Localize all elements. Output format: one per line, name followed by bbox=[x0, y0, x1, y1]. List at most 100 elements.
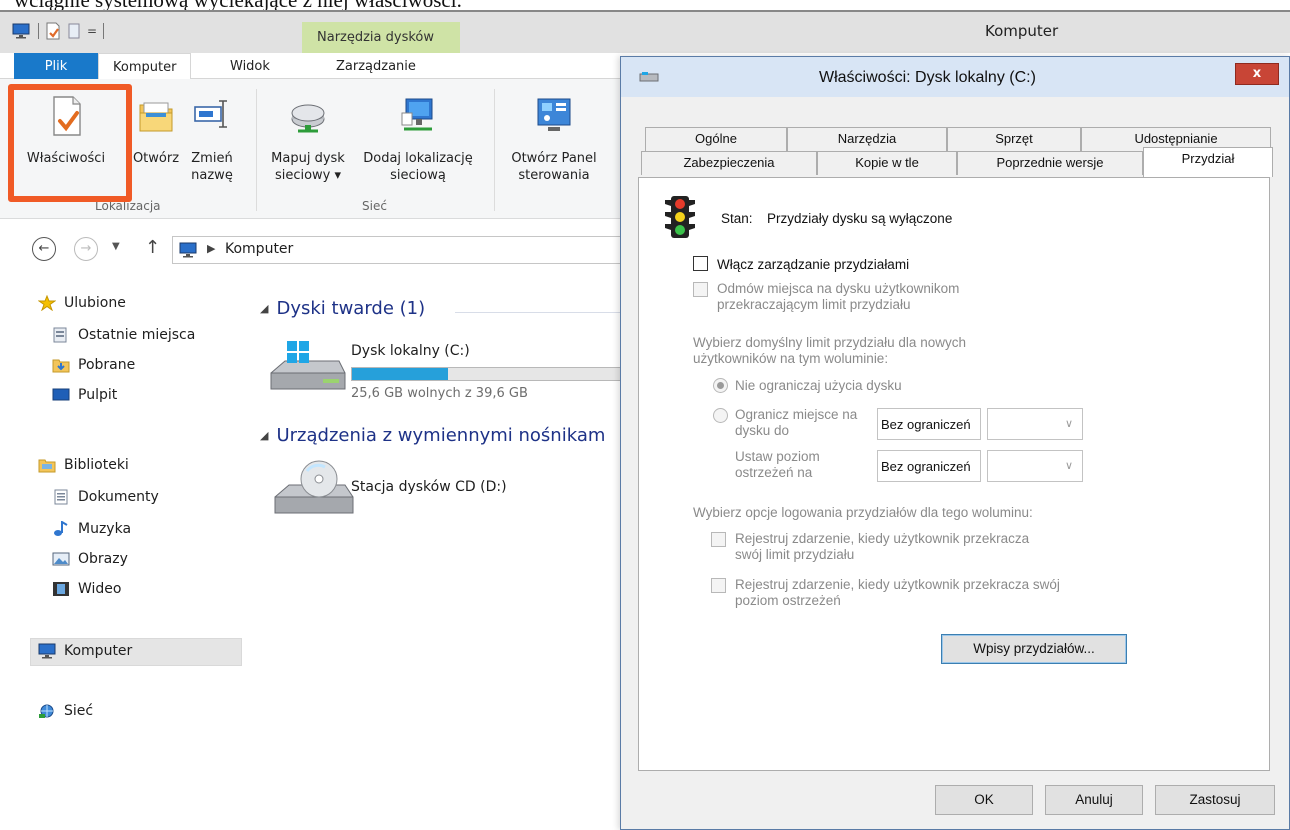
cancel-button[interactable]: Anuluj bbox=[1045, 785, 1143, 815]
open-button[interactable]: Otwórz bbox=[126, 95, 186, 167]
group-header-label: Dyski twarde (1) bbox=[276, 298, 426, 319]
limit-space-radio[interactable] bbox=[713, 408, 728, 423]
nav-item-libraries[interactable]: Biblioteki bbox=[38, 457, 129, 473]
rename-label-1: Zmień bbox=[191, 151, 233, 166]
breadcrumb-separator-icon: ▶ bbox=[207, 242, 216, 255]
nav-item-favorites[interactable]: Ulubione bbox=[38, 295, 126, 311]
recent-places-icon bbox=[53, 327, 67, 343]
computer-icon[interactable] bbox=[12, 23, 32, 39]
network-icon bbox=[39, 704, 54, 718]
control-panel-icon bbox=[537, 98, 571, 131]
warning-unit-select[interactable]: ∨ bbox=[987, 450, 1083, 482]
recent-locations-chevron-icon[interactable]: ▼ bbox=[112, 241, 120, 252]
nav-label: Pulpit bbox=[78, 387, 118, 403]
group-header-line bbox=[455, 312, 625, 313]
toolbar-separator bbox=[38, 23, 39, 39]
no-limit-label: Nie ograniczaj użycia dysku bbox=[735, 378, 902, 393]
nav-item-documents[interactable]: Dokumenty bbox=[52, 489, 159, 505]
tab-quota[interactable]: Przydział bbox=[1143, 147, 1273, 177]
nav-label: Dokumenty bbox=[78, 489, 159, 505]
quick-access-toolbar: = bbox=[12, 22, 105, 40]
tab-general[interactable]: Ogólne bbox=[645, 127, 787, 151]
nav-item-music[interactable]: Muzyka bbox=[52, 521, 131, 537]
breadcrumb-computer[interactable]: Komputer bbox=[225, 241, 293, 257]
dialog-title: Właściwości: Dysk lokalny (C:) bbox=[819, 69, 1036, 86]
open-control-panel-button[interactable]: Otwórz Panel sterowania bbox=[500, 95, 608, 184]
tab-manage[interactable]: Zarządzanie bbox=[322, 53, 430, 79]
collapse-triangle-icon: ◢ bbox=[260, 429, 269, 442]
group-header-removable[interactable]: ◢ Urządzenia z wymiennymi nośnikam bbox=[260, 425, 605, 446]
nav-label: Obrazy bbox=[78, 551, 128, 567]
tab-view[interactable]: Widok bbox=[216, 53, 284, 79]
map-network-drive-button[interactable]: Mapuj dysk sieciowy ▾ bbox=[262, 95, 354, 184]
forward-button[interactable]: → bbox=[74, 237, 98, 261]
computer-icon bbox=[38, 643, 56, 659]
nav-item-recent[interactable]: Ostatnie miejsca bbox=[52, 327, 195, 343]
warning-label-2: ostrzeżeń na bbox=[735, 465, 813, 480]
tab-hardware[interactable]: Sprzęt bbox=[947, 127, 1081, 151]
back-button[interactable]: ← bbox=[32, 237, 56, 261]
chevron-down-icon: ∨ bbox=[1064, 418, 1073, 430]
drive-c-free-space: 25,6 GB wolnych z 39,6 GB bbox=[351, 386, 528, 401]
nav-item-video[interactable]: Wideo bbox=[52, 581, 122, 597]
nav-label: Biblioteki bbox=[64, 457, 129, 473]
log-warning-label-1: Rejestruj zdarzenie, kiedy użytkownik pr… bbox=[735, 577, 1060, 592]
up-arrow-icon[interactable]: ↑ bbox=[145, 237, 160, 258]
drive-item-d[interactable]: Stacja dysków CD (D:) bbox=[265, 459, 625, 529]
tab-shadow-copies[interactable]: Kopie w tle bbox=[817, 151, 957, 175]
drive-icon bbox=[639, 72, 659, 82]
tab-file[interactable]: Plik bbox=[14, 53, 98, 79]
tab-previous-versions[interactable]: Poprzednie wersje bbox=[957, 151, 1143, 175]
hard-drive-icon bbox=[270, 341, 346, 390]
warning-value-input[interactable]: Bez ograniczeń bbox=[877, 450, 981, 482]
quota-entries-button[interactable]: Wpisy przydziałów... bbox=[941, 634, 1127, 664]
nav-label: Wideo bbox=[78, 581, 122, 597]
drive-tools-contextual-tab: Narzędzia dysków bbox=[302, 22, 460, 55]
nav-item-pictures[interactable]: Obrazy bbox=[52, 551, 128, 567]
desktop-icon bbox=[52, 388, 70, 401]
nav-item-desktop[interactable]: Pulpit bbox=[52, 387, 117, 403]
close-button[interactable]: x bbox=[1235, 63, 1279, 85]
log-warning-checkbox[interactable] bbox=[711, 578, 726, 593]
drive-c-usage-fill bbox=[352, 368, 449, 380]
cd-drive-icon bbox=[274, 460, 354, 514]
add-location-label-1: Dodaj lokalizację bbox=[363, 151, 473, 166]
no-limit-radio[interactable] bbox=[713, 378, 728, 393]
tab-computer[interactable]: Komputer bbox=[98, 53, 192, 80]
limit-space-label-1: Ogranicz miejsce na bbox=[735, 407, 858, 422]
tab-tools[interactable]: Narzędzia bbox=[787, 127, 947, 151]
drive-c-name: Dysk lokalny (C:) bbox=[351, 343, 470, 359]
address-field[interactable]: ▶ Komputer bbox=[172, 236, 630, 264]
apply-button[interactable]: Zastosuj bbox=[1155, 785, 1275, 815]
new-folder-small-icon[interactable] bbox=[67, 22, 81, 40]
logging-options-label: Wybierz opcje logowania przydziałów dla … bbox=[693, 505, 1033, 520]
deny-space-label-2: przekraczającym limit przydziału bbox=[717, 297, 911, 312]
star-icon bbox=[38, 295, 56, 311]
ok-button[interactable]: OK bbox=[935, 785, 1033, 815]
rename-button[interactable]: Zmień nazwę bbox=[186, 95, 238, 184]
deny-space-checkbox[interactable] bbox=[693, 282, 708, 297]
nav-item-computer[interactable]: Komputer bbox=[38, 643, 132, 659]
properties-small-icon[interactable] bbox=[45, 22, 61, 40]
group-header-hard-drives[interactable]: ◢ Dyski twarde (1) bbox=[260, 298, 425, 319]
add-network-location-button[interactable]: Dodaj lokalizację sieciową bbox=[356, 95, 480, 184]
nav-item-downloads[interactable]: Pobrane bbox=[52, 357, 135, 373]
warning-label-1: Ustaw poziom bbox=[735, 449, 820, 464]
log-limit-checkbox[interactable] bbox=[711, 532, 726, 547]
pictures-icon bbox=[52, 552, 70, 566]
nav-item-network[interactable]: Sieć bbox=[38, 703, 93, 719]
control-panel-label-2: sterowania bbox=[518, 168, 590, 183]
limit-value-input[interactable]: Bez ograniczeń bbox=[877, 408, 981, 440]
nav-label: Komputer bbox=[64, 643, 133, 659]
window-title: Komputer bbox=[985, 22, 1059, 40]
control-panel-label-1: Otwórz Panel bbox=[511, 151, 597, 166]
enable-quota-checkbox[interactable] bbox=[693, 256, 708, 271]
limit-unit-select[interactable]: ∨ bbox=[987, 408, 1083, 440]
tab-security[interactable]: Zabezpieczenia bbox=[641, 151, 817, 175]
customize-toolbar-icon[interactable]: = bbox=[87, 24, 97, 38]
highlight-frame bbox=[8, 84, 132, 202]
rename-label-2: nazwę bbox=[191, 168, 233, 183]
computer-icon bbox=[179, 242, 197, 258]
navigation-pane: Ulubione Ostatnie miejsca Pobrane Pulpit… bbox=[0, 285, 250, 830]
libraries-icon bbox=[38, 459, 56, 473]
